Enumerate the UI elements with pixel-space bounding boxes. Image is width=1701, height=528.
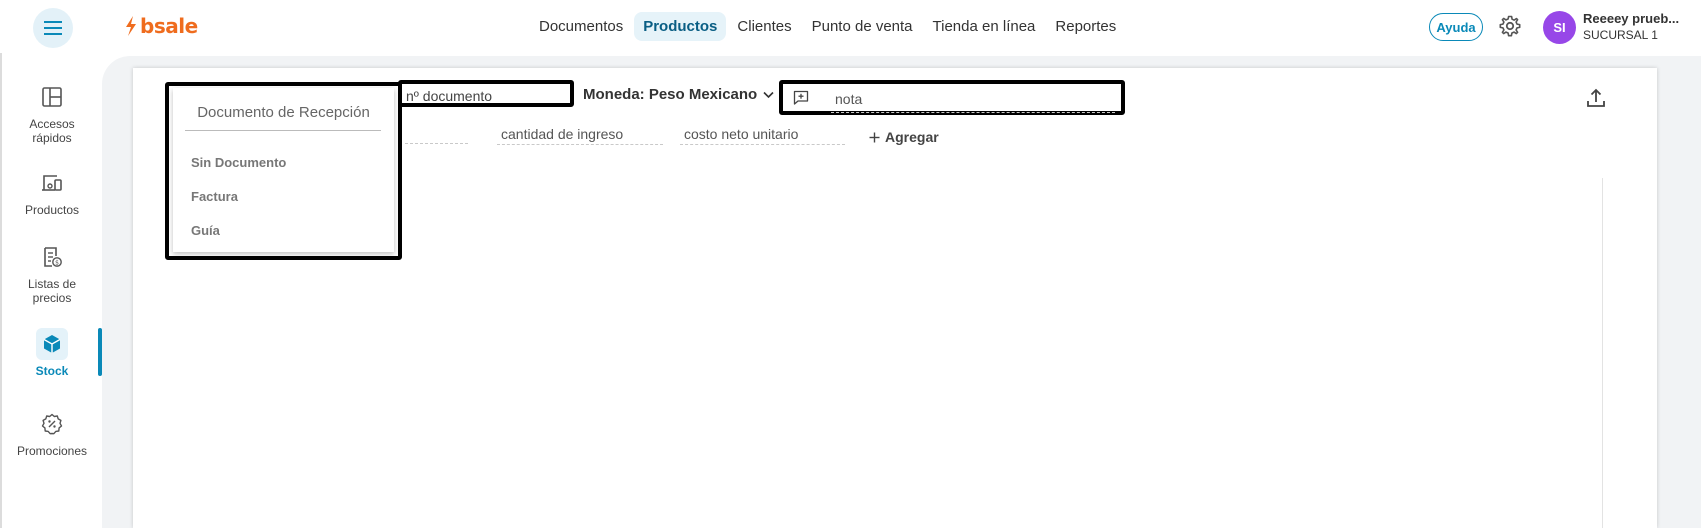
nav-clientes[interactable]: Clientes bbox=[728, 12, 800, 41]
dropdown-divider bbox=[185, 130, 381, 131]
sidebar: Accesos rápidos Productos $ Listas de pr… bbox=[0, 53, 102, 528]
currency-selector[interactable]: Moneda: Peso Mexicano bbox=[583, 86, 774, 103]
add-label: Agregar bbox=[885, 129, 939, 145]
upload-icon[interactable] bbox=[1585, 87, 1607, 109]
logo-text: bsale bbox=[140, 14, 198, 38]
nav-productos[interactable]: Productos bbox=[634, 12, 727, 41]
currency-label: Moneda: Peso Mexicano bbox=[583, 86, 758, 103]
promo-icon bbox=[41, 413, 63, 435]
bsale-logo-icon bbox=[126, 16, 136, 36]
panel-divider bbox=[1602, 178, 1603, 528]
avatar[interactable]: SI bbox=[1543, 11, 1576, 44]
layout-icon bbox=[42, 87, 62, 107]
main-nav: Documentos Productos Clientes Punto de v… bbox=[530, 12, 1125, 41]
gear-icon[interactable] bbox=[1498, 14, 1522, 38]
bsale-logo[interactable]: bsale bbox=[124, 14, 198, 38]
document-type-dropdown: Documento de Recepción Sin Documento Fac… bbox=[165, 82, 402, 260]
add-button[interactable]: Agregar bbox=[869, 129, 939, 145]
nav-documentos[interactable]: Documentos bbox=[530, 12, 632, 41]
products-icon bbox=[42, 175, 62, 191]
note-field[interactable]: nota bbox=[779, 80, 1125, 115]
sidebar-item-productos[interactable]: Productos bbox=[2, 167, 102, 217]
nav-reportes[interactable]: Reportes bbox=[1046, 12, 1125, 41]
sidebar-item-label: Productos bbox=[24, 203, 80, 217]
svg-text:$: $ bbox=[55, 260, 59, 267]
menu-button[interactable] bbox=[33, 8, 73, 48]
dropdown-option-factura[interactable]: Factura bbox=[191, 189, 238, 204]
sidebar-item-listas-de-precios[interactable]: $ Listas de precios bbox=[2, 241, 102, 305]
nav-tienda-en-linea[interactable]: Tienda en línea bbox=[924, 12, 1045, 41]
add-comment-icon bbox=[793, 90, 809, 105]
sidebar-item-label: Accesos rápidos bbox=[29, 117, 75, 145]
dropdown-option-guia[interactable]: Guía bbox=[191, 223, 220, 238]
box-icon bbox=[43, 335, 61, 353]
page: bsale Documentos Productos Clientes Punt… bbox=[0, 0, 1701, 528]
plus-icon bbox=[869, 132, 880, 142]
user-name[interactable]: Reeeey prueb... bbox=[1583, 11, 1679, 26]
sidebar-item-label: Promociones bbox=[16, 444, 88, 458]
top-bar: bsale Documentos Productos Clientes Punt… bbox=[0, 0, 1701, 53]
price-list-icon: $ bbox=[44, 247, 62, 267]
nav-punto-de-venta[interactable]: Punto de venta bbox=[803, 12, 922, 41]
dropdown-title: Documento de Recepción bbox=[197, 104, 370, 121]
chevron-down-icon bbox=[763, 91, 774, 98]
sidebar-item-label: Stock bbox=[35, 364, 69, 378]
dropdown-menu: Documento de Recepción Sin Documento Fac… bbox=[173, 88, 394, 252]
quantity-input[interactable]: cantidad de ingreso bbox=[497, 126, 663, 145]
hamburger-icon bbox=[44, 21, 62, 35]
dropdown-option-sin-documento[interactable]: Sin Documento bbox=[191, 155, 286, 170]
note-input[interactable]: nota bbox=[831, 91, 1115, 113]
sidebar-item-label: Listas de precios bbox=[27, 277, 77, 305]
sidebar-item-promociones[interactable]: Promociones bbox=[2, 408, 102, 458]
product-search-input[interactable] bbox=[405, 143, 468, 144]
document-number-input[interactable]: nº documento bbox=[398, 80, 574, 107]
help-button[interactable]: Ayuda bbox=[1429, 13, 1483, 41]
unit-cost-input[interactable]: costo neto unitario bbox=[680, 126, 845, 145]
sidebar-item-accesos-rapidos[interactable]: Accesos rápidos bbox=[2, 81, 102, 145]
user-branch: SUCURSAL 1 bbox=[1583, 28, 1658, 42]
sidebar-item-stock[interactable]: Stock bbox=[2, 328, 102, 378]
